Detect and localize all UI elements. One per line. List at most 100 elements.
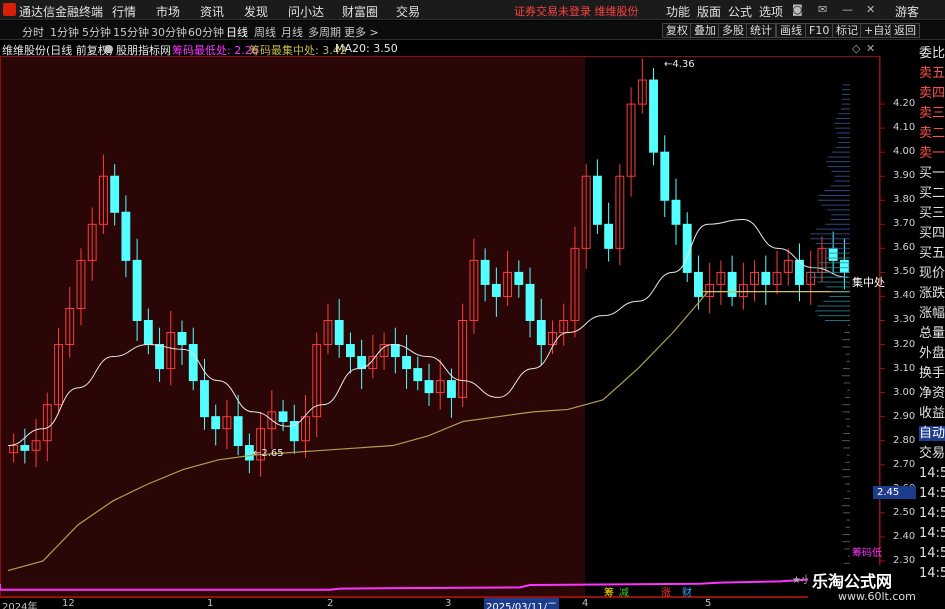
period-1min[interactable]: 1分钟 (50, 24, 79, 40)
y-tick-label: 4.20 (893, 98, 916, 110)
overlay-button[interactable]: 叠加 (690, 23, 720, 38)
menu-gongneng[interactable]: 功能 (666, 3, 690, 20)
panel-item[interactable]: 买三 (919, 206, 945, 221)
panel-item[interactable]: 涨跌 (919, 286, 945, 301)
multi-stock-button[interactable]: 多股 (718, 23, 748, 38)
panel-item[interactable]: 涨幅 (919, 306, 945, 321)
period-5min[interactable]: 5分钟 (82, 24, 111, 40)
back-button[interactable]: 返回 (890, 23, 920, 38)
date-axis: 2024年 12 1 2 3 2025/03/11/二 4 5 6 (0, 597, 880, 609)
panel-item[interactable]: 买四 (919, 226, 945, 241)
period-more[interactable]: 更多 > (344, 24, 379, 40)
panel-item[interactable]: 总量 (919, 326, 945, 341)
panel-item[interactable]: 14:5 (919, 486, 945, 501)
menu-faxian[interactable]: 发现 (244, 3, 268, 20)
period-30min[interactable]: 30分钟 (151, 24, 187, 40)
low-price-value: 2.65 (261, 448, 284, 459)
menu-hangqing[interactable]: 行情 (112, 3, 136, 20)
period-15min[interactable]: 15分钟 (113, 24, 149, 40)
stats-button[interactable]: 统计 (746, 23, 776, 38)
watermark-name: 乐淘公式网 (812, 572, 893, 591)
candle-body (390, 344, 400, 358)
high-price-value: 4.36 (672, 59, 695, 70)
panel-item[interactable]: 卖一 (919, 146, 945, 161)
y-tick-label: 3.40 (893, 290, 916, 302)
fuquan-button[interactable]: 复权 (662, 23, 692, 38)
y-tick-label: 2.50 (893, 506, 916, 518)
panel-item[interactable]: 14:5 (919, 546, 945, 561)
panel-item[interactable]: 买五 (919, 246, 945, 261)
f10-button[interactable]: F10 (805, 23, 834, 38)
minimize-icon[interactable]: — (842, 3, 853, 16)
title-bar: 通达信金融终端 行情 市场 资讯 发现 问小达 财富圈 交易 证券交易未登录 维… (0, 0, 945, 20)
period-week[interactable]: 周线 (254, 24, 276, 40)
menu-banmian[interactable]: 版面 (697, 3, 721, 20)
site-watermark: 乐淘公式网 www.60lt.com (808, 565, 918, 609)
panel-item[interactable]: 收益 (919, 406, 945, 421)
menu-jiaoyi[interactable]: 交易 (396, 3, 420, 20)
y-tick-label: 2.90 (893, 410, 916, 422)
app-title: 通达信金融终端 (19, 5, 104, 19)
x-label: 4 (582, 598, 589, 609)
period-day[interactable]: 日线 (226, 24, 248, 40)
menu-wenxiaoda[interactable]: 问小达 (288, 3, 324, 20)
candle-body (121, 211, 131, 261)
panel-item[interactable]: 自动 (919, 426, 945, 441)
chart-history-shade (0, 56, 585, 597)
login-status[interactable]: 证券交易未登录 维维股份 (514, 3, 639, 19)
period-60min[interactable]: 60分钟 (188, 24, 224, 40)
panel-item[interactable]: 卖二 (919, 126, 945, 141)
candle-body (592, 175, 602, 225)
y-tick-label: 3.30 (893, 314, 916, 326)
close-panel-icon[interactable]: ✕ (866, 42, 875, 55)
kline-chart[interactable] (0, 56, 918, 597)
candle-body (447, 380, 456, 398)
x-cursor-date: 2025/03/11/二 (484, 598, 560, 609)
panel-item[interactable]: 外盘 (919, 346, 945, 361)
menu-xuanxiang[interactable]: 选项 (759, 3, 783, 20)
period-multi[interactable]: 多周期 (308, 24, 341, 40)
panel-item[interactable]: 买一 (919, 166, 945, 181)
x-label: 2 (327, 598, 334, 609)
panel-item[interactable]: 卖四 (919, 86, 945, 101)
x-label: 3 (445, 598, 452, 609)
panel-item[interactable]: 14:5 (919, 566, 945, 581)
panel-item[interactable]: 买二 (919, 186, 945, 201)
mail-icon[interactable]: ✉ (818, 3, 827, 16)
candle-body (278, 411, 288, 422)
candle-body (143, 319, 153, 346)
panel-item[interactable]: 卖五 (919, 66, 945, 81)
candle-body (233, 416, 243, 447)
current-price-marker: 2.45 (873, 486, 916, 499)
candle-body (334, 319, 344, 346)
panel-item[interactable]: 交易 (919, 446, 945, 461)
candle-body (761, 271, 771, 285)
candle-body (177, 332, 187, 346)
diamond-icon[interactable]: ◇ (852, 42, 860, 55)
draw-line-button[interactable]: 画线 (776, 23, 806, 38)
menu-gongshi[interactable]: 公式 (728, 3, 752, 20)
guest-label[interactable]: 游客 (895, 3, 919, 20)
close-icon[interactable]: ✕ (866, 3, 875, 16)
period-month[interactable]: 月线 (281, 24, 303, 40)
panel-item[interactable]: 净资 (919, 386, 945, 401)
panel-item[interactable]: 委比 (919, 46, 945, 61)
candle-body (671, 199, 681, 225)
panel-item[interactable]: 14:5 (919, 506, 945, 521)
menu-shichang[interactable]: 市场 (156, 3, 180, 20)
period-fenshi[interactable]: 分时 (22, 24, 44, 40)
panel-item[interactable]: 14:5 (919, 526, 945, 541)
quote-side-panel[interactable]: 委比卖五卖四卖三卖二卖一买一买二买三买四买五现价涨跌涨幅总量外盘换手净资收益自动… (918, 41, 945, 597)
panel-item[interactable]: 14:5 (919, 466, 945, 481)
candle-body (604, 223, 614, 249)
panel-item[interactable]: 卖三 (919, 106, 945, 121)
settings-dot-icon[interactable]: ● (104, 42, 114, 55)
panel-item[interactable]: 换手 (919, 366, 945, 381)
menu-caifuquan[interactable]: 财富圈 (342, 3, 378, 20)
watermark-url: www.60lt.com (838, 590, 916, 603)
menu-zixun[interactable]: 资讯 (200, 3, 224, 20)
y-tick-label: 2.40 (893, 530, 916, 542)
mark-button[interactable]: 标记 (832, 23, 862, 38)
skin-icon[interactable]: ◙ (792, 3, 803, 16)
panel-item[interactable]: 现价 (919, 266, 945, 281)
